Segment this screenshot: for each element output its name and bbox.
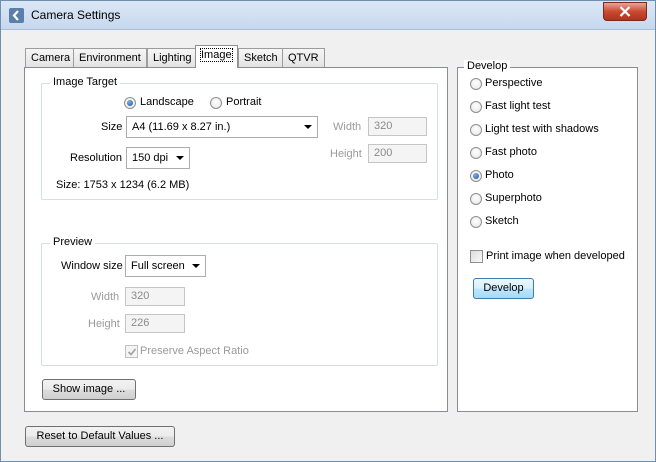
- chevron-down-icon: [176, 156, 184, 160]
- target-height-field[interactable]: 200: [368, 144, 427, 163]
- reset-defaults-button[interactable]: Reset to Default Values ...: [25, 426, 175, 447]
- print-when-developed-label: Print image when developed: [486, 250, 625, 262]
- develop-group: Develop Perspective Fast light test Ligh…: [457, 60, 638, 412]
- resolution-select-value: 150 dpi: [132, 152, 169, 164]
- preview-width-label: Width: [91, 291, 120, 303]
- title-bar[interactable]: Camera Settings: [1, 1, 655, 30]
- landscape-label: Landscape: [140, 96, 194, 108]
- close-icon: [619, 6, 631, 17]
- chevron-down-icon: [304, 125, 312, 129]
- image-tab-panel: Image Target Landscape Portrait Size A4 …: [24, 67, 448, 412]
- print-when-developed-checkbox[interactable]: [470, 250, 483, 263]
- size-label: Size: [101, 121, 123, 133]
- target-height-label: Height: [330, 148, 362, 160]
- portrait-label: Portrait: [226, 96, 262, 108]
- develop-option-fast-light-test: Fast light test: [485, 100, 551, 112]
- target-width-field[interactable]: 320: [368, 117, 427, 136]
- camera-settings-window: Camera Settings Camera Environment Light…: [0, 0, 656, 462]
- size-select-value: A4 (11.69 x 8.27 in.): [132, 121, 231, 133]
- tab-sketch[interactable]: Sketch: [238, 48, 284, 67]
- preserve-aspect-label: Preserve Aspect Ratio: [140, 345, 249, 357]
- develop-option-radio[interactable]: [470, 216, 482, 228]
- develop-option-superphoto: Superphoto: [485, 192, 542, 204]
- window-size-label: Window size: [61, 260, 123, 272]
- back-arrow-icon: [9, 8, 24, 23]
- resolution-select[interactable]: 150 dpi: [126, 147, 190, 169]
- window-title: Camera Settings: [31, 8, 121, 22]
- portrait-radio[interactable]: [210, 97, 222, 109]
- preview-title: Preview: [50, 236, 96, 248]
- chevron-down-icon: [192, 264, 200, 268]
- tab-image[interactable]: Image: [195, 45, 238, 68]
- develop-button[interactable]: Develop: [473, 278, 534, 299]
- tab-qtvr[interactable]: QTVR: [282, 48, 325, 67]
- develop-option-perspective: Perspective: [485, 77, 543, 89]
- preview-height-field[interactable]: 226: [125, 314, 185, 333]
- landscape-radio[interactable]: [124, 97, 136, 109]
- preserve-aspect-checkbox[interactable]: [125, 345, 138, 358]
- resolution-label: Resolution: [70, 152, 122, 164]
- develop-option-radio[interactable]: [470, 101, 482, 113]
- develop-option-radio[interactable]: [470, 193, 482, 205]
- tab-environment[interactable]: Environment: [73, 48, 147, 67]
- preview-width-field[interactable]: 320: [125, 287, 185, 306]
- develop-option-radio[interactable]: [470, 147, 482, 159]
- develop-title: Develop: [464, 60, 511, 72]
- close-button[interactable]: [603, 2, 647, 21]
- show-image-button[interactable]: Show image ...: [42, 379, 136, 400]
- develop-option-radio[interactable]: [470, 124, 482, 136]
- size-select[interactable]: A4 (11.69 x 8.27 in.): [126, 116, 318, 138]
- dialog-body: Camera Environment Lighting Image Sketch…: [1, 31, 655, 461]
- develop-option-fast-photo: Fast photo: [485, 146, 537, 158]
- image-size-info: Size: 1753 x 1234 (6.2 MB): [56, 179, 190, 191]
- develop-option-photo: Photo: [485, 169, 514, 181]
- checkmark-icon: [127, 348, 137, 356]
- preview-group: Preview Window size Full screen Width 32…: [41, 236, 438, 366]
- preview-height-label: Height: [88, 318, 120, 330]
- image-target-group: Image Target Landscape Portrait Size A4 …: [41, 76, 438, 200]
- window-size-select[interactable]: Full screen: [125, 255, 206, 277]
- develop-option-sketch: Sketch: [485, 215, 519, 227]
- develop-option-radio[interactable]: [470, 78, 482, 90]
- window-size-select-value: Full screen: [131, 260, 185, 272]
- develop-option-light-test-shadows: Light test with shadows: [485, 123, 599, 135]
- image-target-title: Image Target: [50, 76, 121, 88]
- develop-option-radio[interactable]: [470, 170, 482, 182]
- target-width-label: Width: [333, 121, 362, 133]
- tab-camera[interactable]: Camera: [25, 48, 77, 67]
- tab-lighting[interactable]: Lighting: [147, 48, 198, 67]
